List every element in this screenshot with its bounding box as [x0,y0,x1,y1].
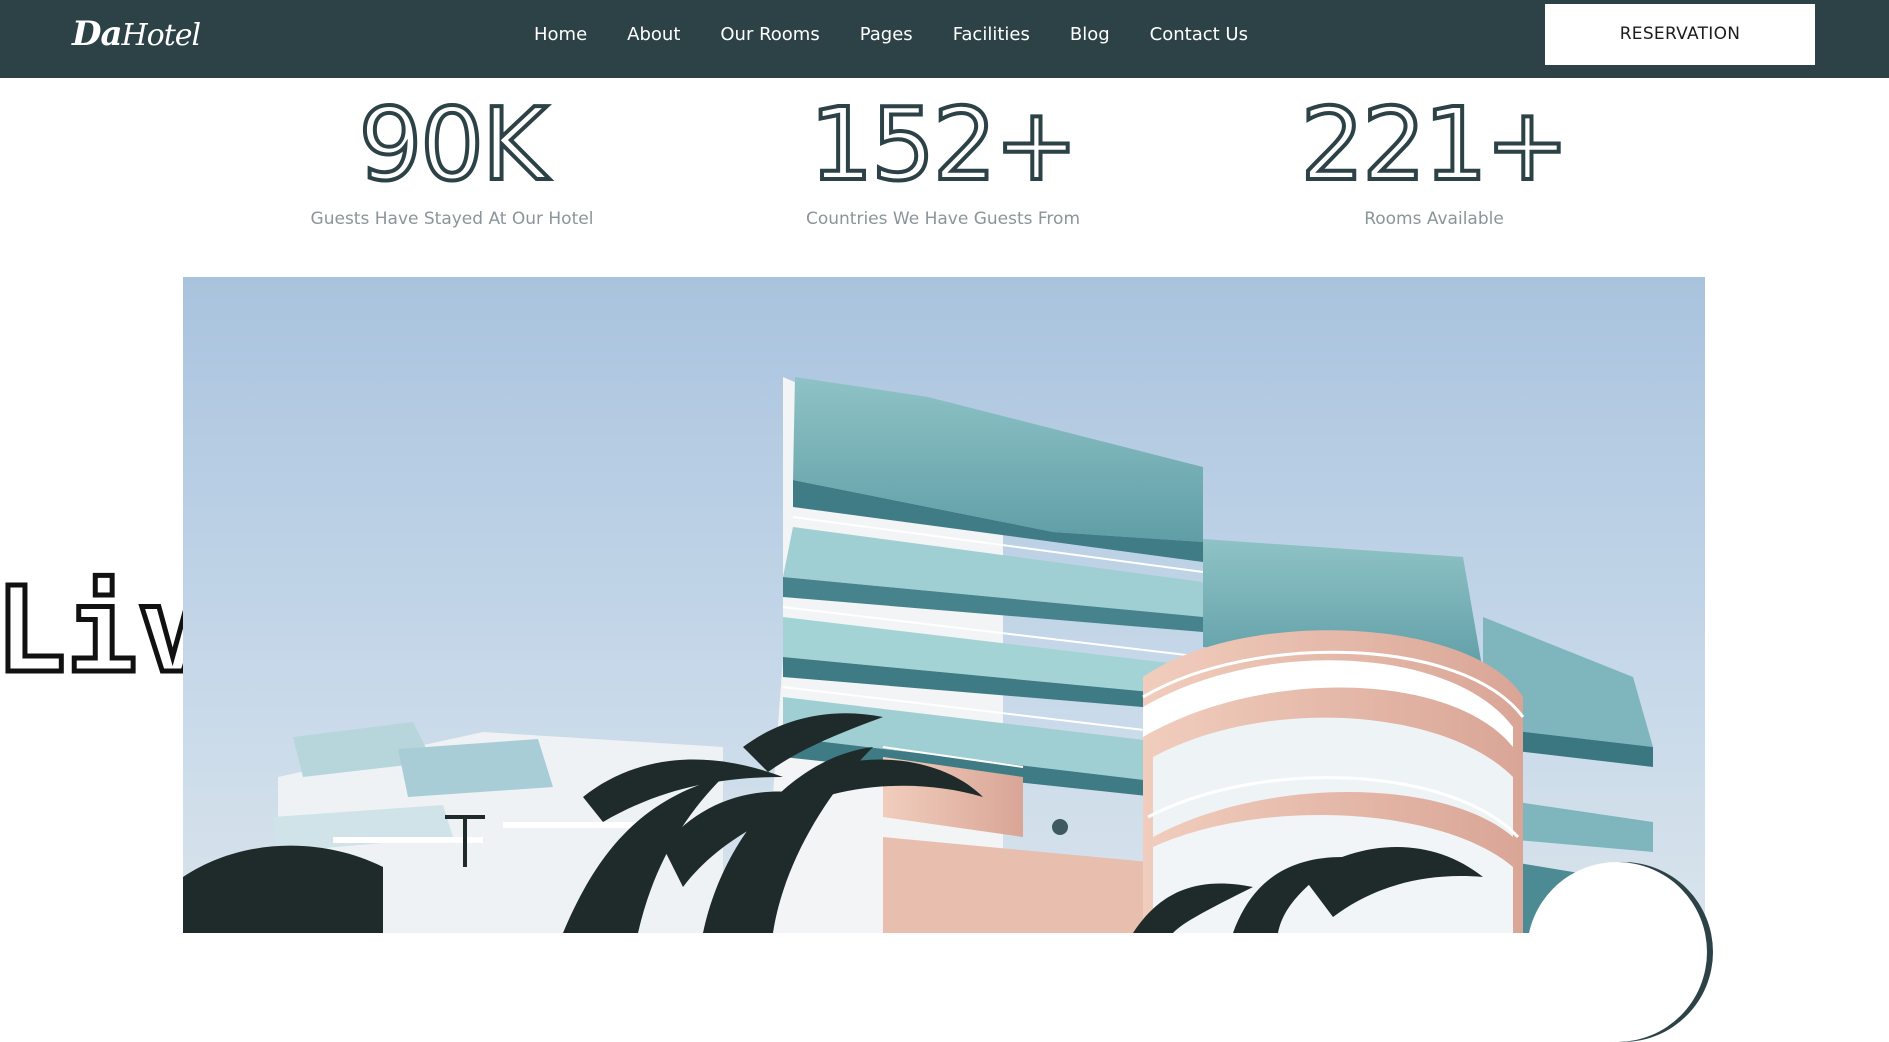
site-logo[interactable]: DaHotel [72,14,202,54]
circle-decor-button[interactable] [1527,862,1707,1042]
logo-text-second: Hotel [121,18,202,53]
stat-guests: 90K Guests Have Stayed At Our Hotel [252,86,652,230]
stat-label: Guests Have Stayed At Our Hotel [310,209,594,229]
stat-label: Countries We Have Guests From [805,209,1081,229]
nav-about[interactable]: About [627,22,680,48]
hero-hotel-image [183,277,1705,933]
nav-home[interactable]: Home [534,22,587,48]
reservation-button[interactable]: RESERVATION [1545,4,1815,65]
stat-number: 221+ [1299,86,1572,203]
stat-number: 90K [357,86,550,203]
nav-blog[interactable]: Blog [1070,22,1110,48]
nav-contact-us[interactable]: Contact Us [1150,22,1248,48]
hotel-building-illustration [183,277,1705,933]
nav-facilities[interactable]: Facilities [953,22,1030,48]
stat-number: 152+ [808,86,1081,203]
nav-our-rooms[interactable]: Our Rooms [720,22,819,48]
nav-pages[interactable]: Pages [860,22,913,48]
stat-rooms: 221+ Rooms Available [1234,86,1634,230]
main-nav: Home About Our Rooms Pages Facilities Bl… [534,22,1288,48]
stats-section: 90K Guests Have Stayed At Our Hotel 152+… [0,86,1889,240]
stat-label: Rooms Available [1364,209,1504,229]
stat-countries: 152+ Countries We Have Guests From [743,86,1143,230]
logo-text-main: Da [72,14,123,54]
top-header: DaHotel Home About Our Rooms Pages Facil… [0,0,1889,78]
